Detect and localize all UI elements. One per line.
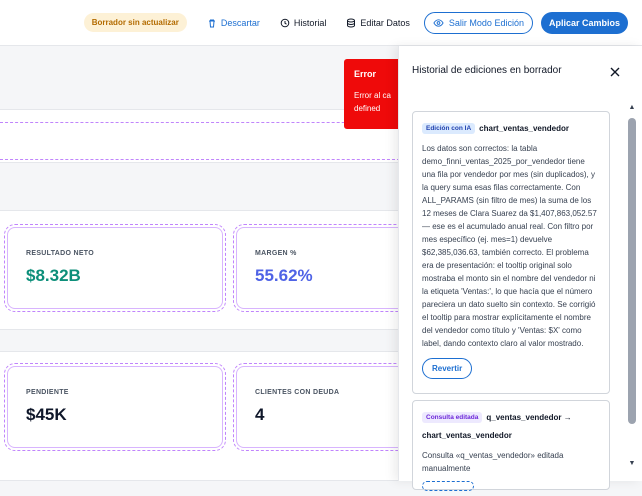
eye-icon <box>433 18 444 27</box>
kpi-label: CLIENTES CON DEUDA <box>255 389 340 396</box>
history-button[interactable]: Historial <box>274 14 333 32</box>
database-icon <box>347 18 356 28</box>
exit-edit-mode-label: Salir Modo Edición <box>448 17 524 28</box>
edit-guide-line <box>0 122 400 123</box>
exit-edit-mode-button[interactable]: Salir Modo Edición <box>423 11 533 34</box>
scroll-down-arrow[interactable]: ▼ <box>628 460 636 468</box>
history-entry: Consulta editada q_ventas_vendedor → char… <box>412 400 610 491</box>
history-panel: Historial de ediciones en borrador ▲ ▼ E… <box>398 46 642 491</box>
edit-guide-line <box>0 159 400 160</box>
top-toolbar: Borrador sin actualizar Descartar Histor… <box>0 0 642 46</box>
error-message-line: defined <box>354 104 381 113</box>
discard-label: Descartar <box>220 17 260 28</box>
scrollbar-thumb[interactable] <box>628 118 636 424</box>
error-title: Error <box>354 69 377 79</box>
entry-title: chart_ventas_vendedor <box>479 124 569 134</box>
kpi-card-clients-with-debt[interactable]: CLIENTES CON DEUDA 4 <box>233 363 409 451</box>
draft-status-badge: Borrador sin actualizar <box>83 13 187 32</box>
revert-button[interactable]: Revertir <box>422 358 473 379</box>
error-message-line: Error al ca <box>354 91 391 100</box>
history-label: Historial <box>293 17 327 28</box>
kpi-card-net-result[interactable]: RESULTADO NETO $8.32B <box>4 224 226 312</box>
kpi-value: 4 <box>255 405 265 424</box>
entry-tag-ai-edit: Edición con IA <box>422 123 476 135</box>
kpi-value: $8.32B <box>26 266 81 285</box>
entry-tag-query-edited: Consulta editada <box>422 412 483 424</box>
close-icon[interactable] <box>609 66 621 78</box>
discard-button[interactable]: Descartar <box>201 14 266 32</box>
scroll-up-arrow[interactable]: ▲ <box>628 104 636 112</box>
apply-changes-button[interactable]: Aplicar Cambios <box>540 11 628 34</box>
entry-description: Los datos son correctos: la tabla demo_f… <box>422 144 597 348</box>
edit-data-label: Editar Datos <box>360 17 410 28</box>
edit-data-button[interactable]: Editar Datos <box>340 14 416 32</box>
kpi-value: 55.62% <box>255 266 313 285</box>
history-entry: Edición con IA chart_ventas_vendedor Los … <box>412 111 610 394</box>
kpi-value: $45K <box>26 405 67 424</box>
canvas-section-band <box>0 109 400 163</box>
history-icon <box>280 18 290 27</box>
kpi-card-pending[interactable]: PENDIENTE $45K <box>4 363 226 451</box>
kpi-label: RESULTADO NETO <box>26 250 94 257</box>
revert-button-partial[interactable] <box>422 481 474 491</box>
trash-icon <box>208 19 215 27</box>
dashboard-canvas: RESULTADO NETO $8.32B MARGEN % 55.62% PE… <box>0 46 409 481</box>
kpi-label: MARGEN % <box>255 250 297 257</box>
panel-title: Historial de ediciones en borrador <box>412 65 562 76</box>
kpi-label: PENDIENTE <box>26 389 69 396</box>
kpi-card-margin[interactable]: MARGEN % 55.62% <box>233 224 409 312</box>
entry-description: Consulta «q_ventas_vendedor» editada man… <box>422 451 564 473</box>
